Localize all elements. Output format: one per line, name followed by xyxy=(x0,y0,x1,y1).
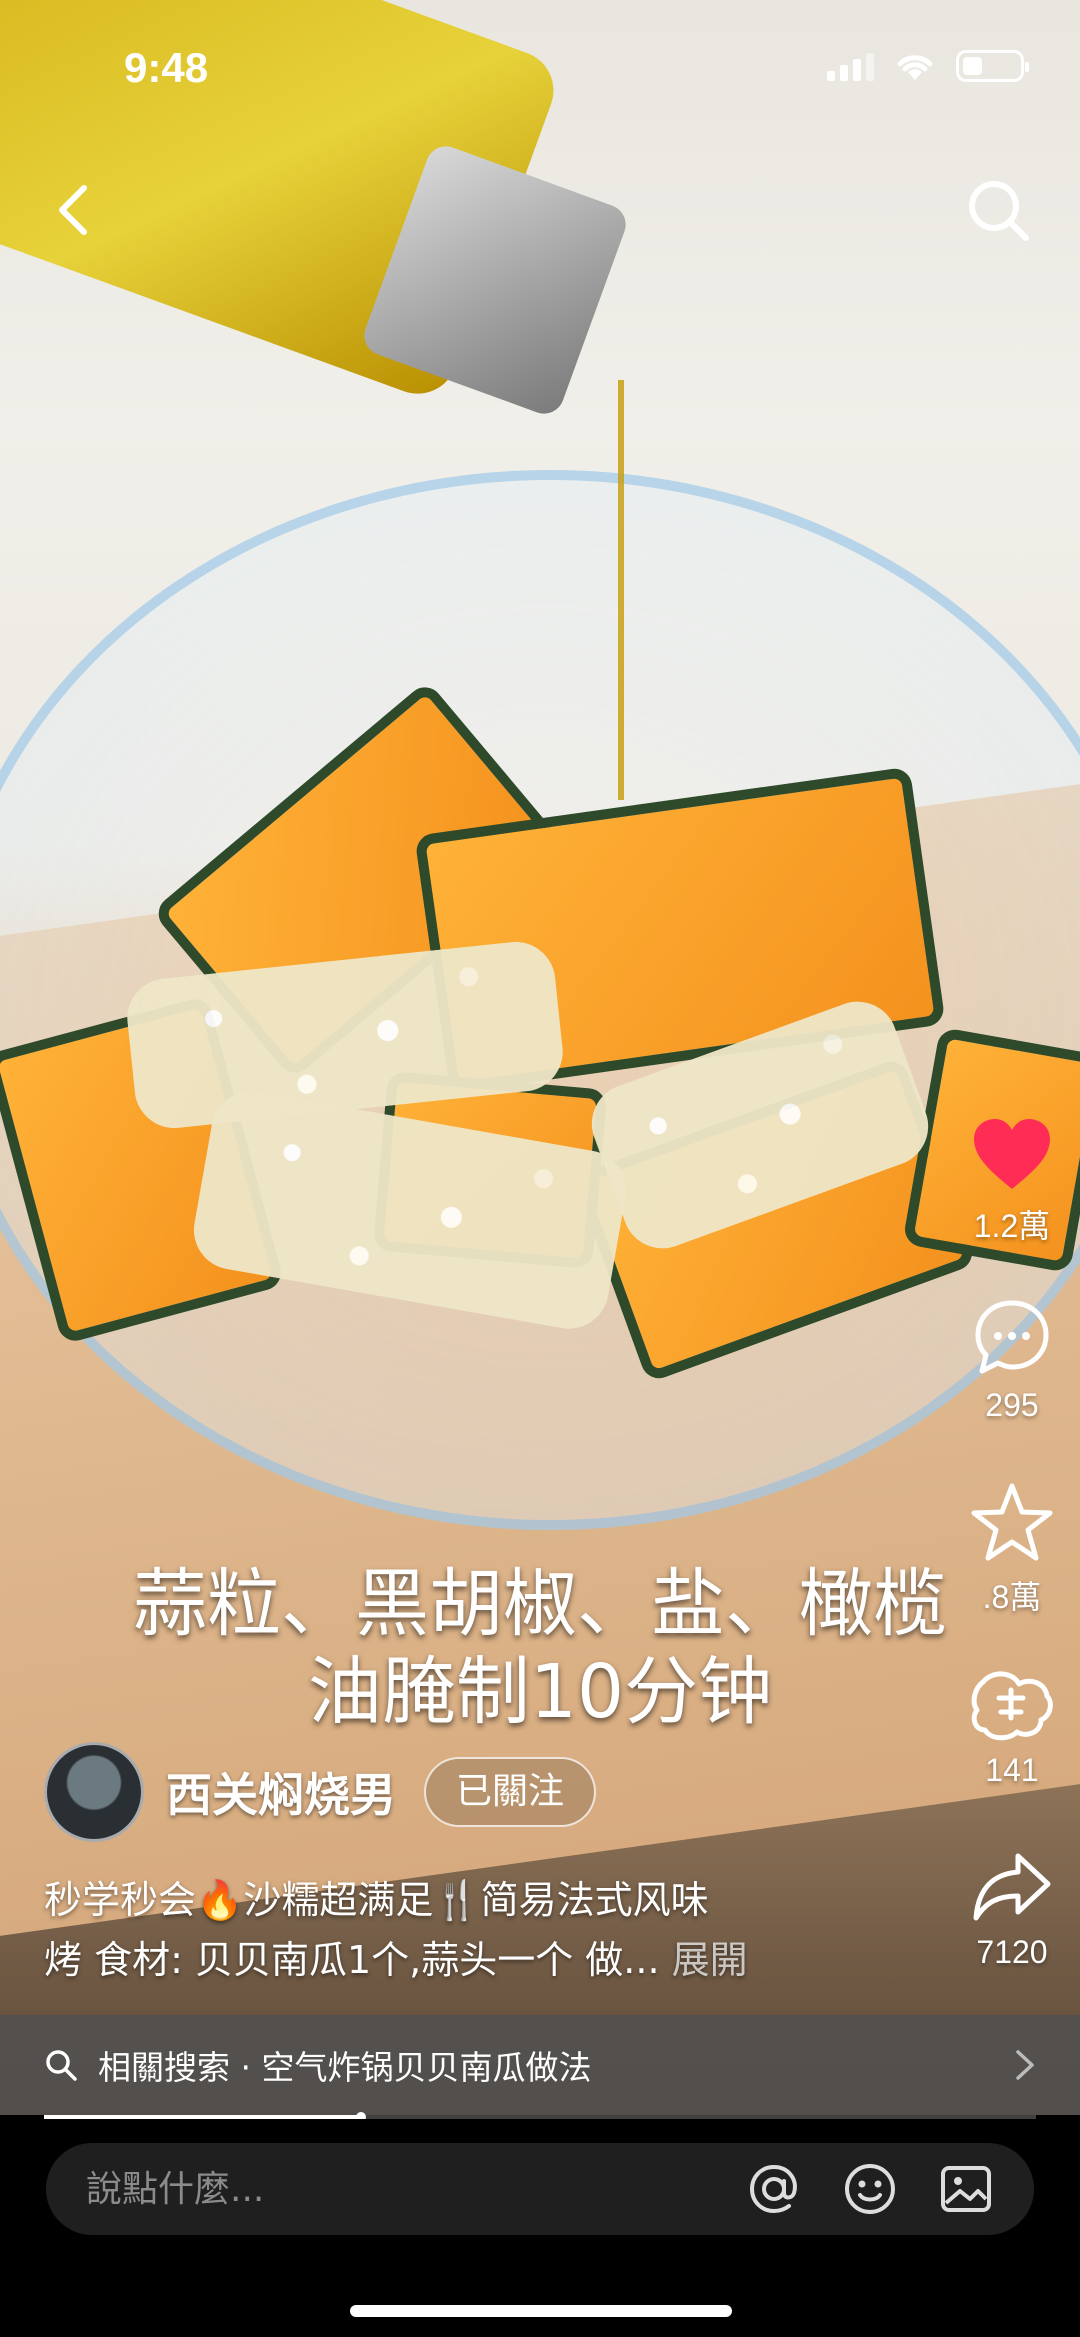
comment-box[interactable] xyxy=(46,2143,1034,2235)
status-bar: 9:48 xyxy=(0,0,1080,140)
search-small-icon xyxy=(46,2050,77,2081)
home-indicator xyxy=(350,2305,732,2317)
caption-line-1: 蒜粒、黑胡椒、盐、橄榄 xyxy=(133,1561,947,1647)
search-icon[interactable] xyxy=(964,176,1034,246)
comment-input[interactable] xyxy=(86,2168,746,2210)
related-search-label: 相關搜索 · 空气炸锅贝贝南瓜做法 xyxy=(98,2048,592,2087)
video-caption: 蒜粒、黑胡椒、盐、橄榄 油腌制10分钟 xyxy=(0,1560,1080,1736)
description-line-2: 烤 食材: 贝贝南瓜1个,蒜头一个 做... 展開 xyxy=(44,1930,904,1990)
comment-tools xyxy=(746,2161,994,2217)
follow-button[interactable]: 已關注 xyxy=(424,1757,597,1827)
wifi-icon xyxy=(897,55,933,80)
status-time: 9:48 xyxy=(124,44,209,91)
comment-count: 295 xyxy=(985,1387,1039,1423)
share-action[interactable]: 7120 xyxy=(962,1850,1062,1971)
video-description[interactable]: 秒学秒会🔥沙糯超满足🍴简易法式风味 烤 食材: 贝贝南瓜1个,蒜头一个 做...… xyxy=(44,1870,904,1990)
weixin-count: 141 xyxy=(985,1752,1039,1788)
caption-line-2: 油腌制10分钟 xyxy=(307,1649,773,1735)
at-icon[interactable] xyxy=(746,2161,802,2217)
chevron-right-icon xyxy=(1016,2050,1034,2080)
status-icons xyxy=(827,50,1029,82)
oil-stream xyxy=(618,380,624,800)
author-name[interactable]: 西关焖烧男 xyxy=(166,1759,396,1825)
avatar[interactable] xyxy=(44,1742,144,1842)
related-search-bar[interactable]: 相關搜索 · 空气炸锅贝贝南瓜做法 xyxy=(0,2015,1080,2115)
author-row: 西关焖烧男 已關注 xyxy=(44,1742,597,1842)
bottom-bar xyxy=(0,2119,1080,2337)
battery-level xyxy=(963,57,982,75)
back-icon[interactable] xyxy=(46,180,106,240)
share-icon[interactable] xyxy=(972,1850,1052,1924)
share-count: 7120 xyxy=(976,1934,1048,1970)
expand-link[interactable]: 展開 xyxy=(672,1938,748,1982)
like-action[interactable]: 1.2萬 xyxy=(962,1115,1062,1247)
description-line-2-text: 烤 食材: 贝贝南瓜1个,蒜头一个 做... xyxy=(44,1938,660,1982)
comment-action[interactable]: 295 xyxy=(962,1297,1062,1424)
heart-icon[interactable] xyxy=(970,1115,1054,1191)
like-count: 1.2萬 xyxy=(973,1208,1051,1244)
battery-icon xyxy=(956,50,1029,82)
comment-icon[interactable] xyxy=(972,1297,1052,1377)
image-icon[interactable] xyxy=(938,2161,994,2217)
signal-icon xyxy=(827,51,874,81)
star-icon[interactable] xyxy=(970,1482,1054,1562)
description-line-1: 秒学秒会🔥沙糯超满足🍴简易法式风味 xyxy=(44,1878,709,1922)
emoji-icon[interactable] xyxy=(842,2161,898,2217)
